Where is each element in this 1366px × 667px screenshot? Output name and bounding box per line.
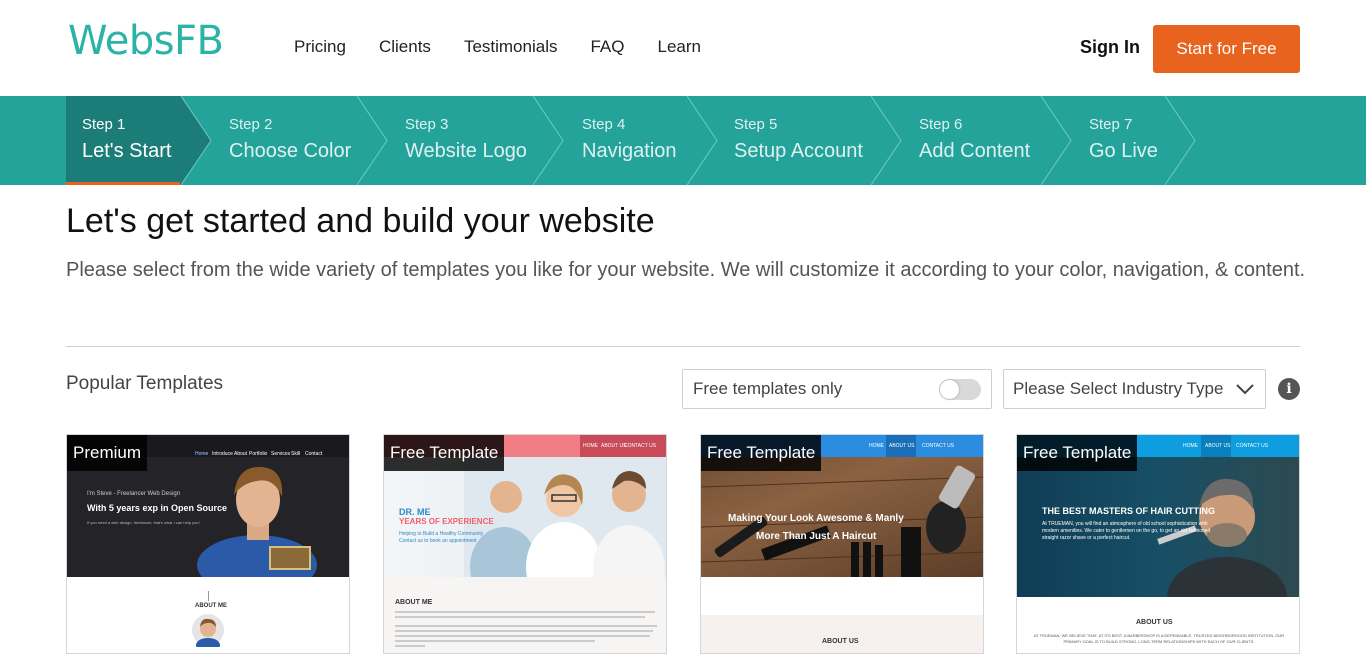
step-number: Step 2 xyxy=(229,116,273,133)
preview-section-title: ABOUT ME xyxy=(195,603,227,609)
step-number: Step 1 xyxy=(82,116,126,133)
select-value: Please Select Industry Type xyxy=(1013,379,1224,398)
nav-pricing[interactable]: Pricing xyxy=(294,37,346,57)
free-templates-toggle[interactable]: Free templates only xyxy=(682,369,992,409)
steps-bar: Step 1 Let's Start Step 2 Choose Color S… xyxy=(0,96,1366,185)
avatar xyxy=(192,614,224,647)
preview-headline: Making Your Look Awesome & Manly xyxy=(728,513,904,524)
preview-lower: ABOUT ME xyxy=(67,577,349,653)
page-description: Please select from the wide variety of t… xyxy=(66,259,1306,281)
divider xyxy=(66,346,1300,347)
template-card-3[interactable]: HOME ABOUT US CONTACT US Making Your Loo… xyxy=(700,434,984,654)
nav-clients[interactable]: Clients xyxy=(379,37,431,57)
preview-nav-item: HOME xyxy=(869,443,884,449)
preview-section-title: ABOUT US xyxy=(822,638,859,645)
preview-lower: ABOUT ME xyxy=(384,577,666,653)
preview-sub: Contact us to book an appointment xyxy=(399,538,477,544)
toggle-switch[interactable] xyxy=(939,379,981,400)
step-name: Website Logo xyxy=(405,140,527,162)
step-separator-icon xyxy=(686,96,718,185)
preview-headline: YEARS OF EXPERIENCE xyxy=(399,517,494,526)
step-name: Setup Account xyxy=(734,140,863,162)
preview-section-title: ABOUT ME xyxy=(395,599,433,606)
main-nav: Pricing Clients Testimonials FAQ Learn xyxy=(294,37,734,57)
step-name: Navigation xyxy=(582,140,677,162)
chevron-down-icon xyxy=(1236,384,1254,395)
nav-learn[interactable]: Learn xyxy=(658,37,701,57)
preview-nav-item: ABOUT US xyxy=(601,443,627,449)
free-template-badge: Free Template xyxy=(1017,435,1138,471)
preview-name: DR. ME xyxy=(399,507,431,517)
template-card-4[interactable]: HOME ABOUT US CONTACT US THE BEST MASTER… xyxy=(1016,434,1300,654)
preview-intro: I'm Steve - Freelancer Web Design xyxy=(87,491,181,497)
nav-faq[interactable]: FAQ xyxy=(590,37,624,57)
template-card-2[interactable]: HOME ABOUT US CONTACT US DR. ME YEARS OF… xyxy=(383,434,667,654)
preview-headline: With 5 years exp in Open Source xyxy=(87,503,227,513)
doctors-photo xyxy=(464,457,666,577)
step-name: Choose Color xyxy=(229,140,352,162)
page-title: Let's get started and build your website xyxy=(66,202,655,240)
preview-nav-item: HOME xyxy=(1183,443,1198,449)
step-name: Add Content xyxy=(919,140,1031,162)
site-header: WebsFB Pricing Clients Testimonials FAQ … xyxy=(0,0,1366,96)
preview-sub: If you need a web design, freelancer, th… xyxy=(87,520,200,525)
preview-lower: ABOUT US xyxy=(701,615,983,653)
step-name: Let's Start xyxy=(82,140,172,162)
step-number: Step 3 xyxy=(405,116,449,133)
step-number: Step 4 xyxy=(582,116,626,133)
step-separator-icon xyxy=(179,96,212,185)
preview-nav-item: CONTACT US xyxy=(624,443,657,449)
active-step-underline xyxy=(66,182,180,185)
preview-headline: More Than Just A Haircut xyxy=(756,531,877,542)
preview-sub: At TRUEMAN, you will find an atmosphere … xyxy=(1042,521,1211,541)
person-photo xyxy=(197,466,317,577)
free-template-badge: Free Template xyxy=(701,435,822,471)
preview-sub: Helping to Build a Healthy Community xyxy=(399,531,484,537)
brand-logo[interactable]: WebsFB xyxy=(68,18,224,64)
step-separator-icon xyxy=(532,96,564,185)
preview-nav-item: ABOUT US xyxy=(889,443,915,449)
step-separator-icon xyxy=(356,96,388,185)
step-number: Step 6 xyxy=(919,116,963,133)
preview-body: AT TRUEMAN, WE BELIEVE THAT, AT ITS BEST… xyxy=(1033,633,1285,644)
industry-select[interactable]: Please Select Industry Type xyxy=(1003,369,1266,409)
preview-section-title: ABOUT US xyxy=(1136,619,1173,626)
sign-in-link[interactable]: Sign In xyxy=(1080,37,1140,58)
step-name: Go Live xyxy=(1089,140,1158,162)
toggle-label: Free templates only xyxy=(693,379,843,398)
nav-testimonials[interactable]: Testimonials xyxy=(464,37,558,57)
preview-nav-item: CONTACT US xyxy=(1236,443,1269,449)
preview-lower: ABOUT US AT TRUEMAN, WE BELIEVE THAT, AT… xyxy=(1017,597,1299,653)
preview-nav-item: HOME xyxy=(583,443,598,449)
step-separator-icon xyxy=(1164,96,1196,185)
step-number: Step 5 xyxy=(734,116,778,133)
preview-nav-item: CONTACT US xyxy=(922,443,955,449)
step-separator-icon xyxy=(1040,96,1072,185)
section-label: Popular Templates xyxy=(66,373,224,394)
template-card-1[interactable]: Home Introduce About Portfolio Services … xyxy=(66,434,350,654)
preview-headline: THE BEST MASTERS OF HAIR CUTTING xyxy=(1042,506,1215,516)
step-separator-icon xyxy=(870,96,902,185)
start-free-button[interactable]: Start for Free xyxy=(1153,25,1300,73)
info-icon[interactable]: i xyxy=(1278,378,1300,400)
step-number: Step 7 xyxy=(1089,116,1133,133)
toggle-knob xyxy=(940,380,959,399)
free-template-badge: Free Template xyxy=(384,435,505,471)
premium-badge: Premium xyxy=(67,435,148,471)
preview-nav-item: ABOUT US xyxy=(1205,443,1231,449)
